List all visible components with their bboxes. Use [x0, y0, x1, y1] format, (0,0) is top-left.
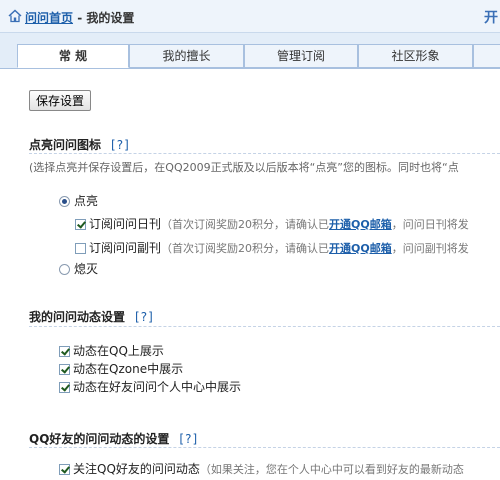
checkbox-unchecked-icon[interactable] [75, 243, 86, 254]
section-title-text: QQ好友的问问动态的设置 [29, 432, 170, 446]
header-right-link[interactable]: 开 [484, 7, 498, 27]
divider [29, 447, 500, 448]
checkbox-label: 关注QQ好友的问问动态 [73, 462, 200, 476]
light-icon-note: (选择点亮并保存设置后，在QQ2009正式版及以后版本将“点亮”您的图标。同时也… [29, 161, 459, 174]
radio-light-on[interactable]: 点亮 [59, 193, 98, 209]
checkbox-note: （首次订阅奖励20积分，请确认已开通QQ邮箱，问问副刊将发 [161, 242, 469, 255]
radio-selected-icon[interactable] [59, 196, 70, 207]
breadcrumb-current: 我的设置 [86, 11, 135, 25]
open-qq-mail-link[interactable]: 开通QQ邮箱 [329, 242, 392, 255]
breadcrumb-separator: - [73, 11, 87, 25]
tab-divider [0, 68, 500, 69]
section-title-activity: 我的问问动态设置 [?] [29, 308, 154, 325]
section-title-friends: QQ好友的问问动态的设置 [?] [29, 430, 198, 447]
divider [29, 153, 500, 154]
checkbox-follow-friends[interactable]: 关注QQ好友的问问动态（如果关注，您在个人中心中可以看到好友的最新动态 [59, 461, 464, 477]
checkbox-supplement[interactable]: 订阅问问副刊（首次订阅奖励20积分，请确认已开通QQ邮箱，问问副刊将发 [75, 240, 469, 256]
radio-light-off[interactable]: 熄灭 [59, 261, 98, 277]
page-header: 问问首页 - 我的设置 开 [0, 0, 500, 33]
checkbox-activity-qq[interactable]: 动态在QQ上展示 [59, 343, 164, 359]
tab-bar: 常 规 我的擅长 管理订阅 社区形象 [0, 33, 500, 69]
tab-community-image[interactable]: 社区形象 [358, 44, 473, 68]
checkbox-label: 动态在QQ上展示 [73, 344, 164, 358]
checkbox-activity-qzone[interactable]: 动态在Qzone中展示 [59, 361, 183, 377]
radio-unselected-icon[interactable] [59, 264, 70, 275]
checkbox-label: 订阅问问日刊 [89, 217, 162, 231]
checkbox-activity-friends[interactable]: 动态在好友问问个人中心中展示 [59, 379, 241, 395]
help-link[interactable]: [?] [135, 310, 154, 324]
home-icon [8, 9, 22, 23]
tab-more[interactable] [473, 44, 500, 68]
tab-my-expertise[interactable]: 我的擅长 [129, 44, 244, 68]
breadcrumb: 问问首页 - 我的设置 [25, 9, 134, 26]
checkbox-checked-icon[interactable] [59, 382, 70, 393]
checkbox-note: （首次订阅奖励20积分，请确认已开通QQ邮箱，问问日刊将发 [161, 218, 469, 231]
help-link[interactable]: [?] [111, 138, 130, 152]
breadcrumb-home-link[interactable]: 问问首页 [25, 11, 73, 25]
section-title-text: 点亮问问图标 [29, 138, 102, 152]
section-title-light-icon: 点亮问问图标 [?] [29, 136, 130, 153]
checkbox-note: （如果关注，您在个人中心中可以看到好友的最新动态 [199, 463, 464, 476]
checkbox-checked-icon[interactable] [75, 219, 86, 230]
checkbox-label: 动态在好友问问个人中心中展示 [73, 380, 242, 394]
tab-manage-subscriptions[interactable]: 管理订阅 [244, 44, 358, 68]
help-link[interactable]: [?] [179, 432, 198, 446]
checkbox-checked-icon[interactable] [59, 364, 70, 375]
checkbox-checked-icon[interactable] [59, 346, 70, 357]
radio-label: 熄灭 [74, 262, 99, 276]
open-qq-mail-link[interactable]: 开通QQ邮箱 [329, 218, 392, 231]
tab-general[interactable]: 常 规 [17, 44, 129, 68]
radio-label: 点亮 [74, 194, 99, 208]
checkbox-label: 动态在Qzone中展示 [73, 362, 184, 376]
section-title-text: 我的问问动态设置 [29, 310, 126, 324]
checkbox-checked-icon[interactable] [59, 464, 70, 475]
checkbox-daily[interactable]: 订阅问问日刊（首次订阅奖励20积分，请确认已开通QQ邮箱，问问日刊将发 [75, 216, 469, 232]
checkbox-label: 订阅问问副刊 [89, 241, 162, 255]
divider [29, 326, 500, 327]
save-settings-button[interactable]: 保存设置 [29, 90, 92, 111]
